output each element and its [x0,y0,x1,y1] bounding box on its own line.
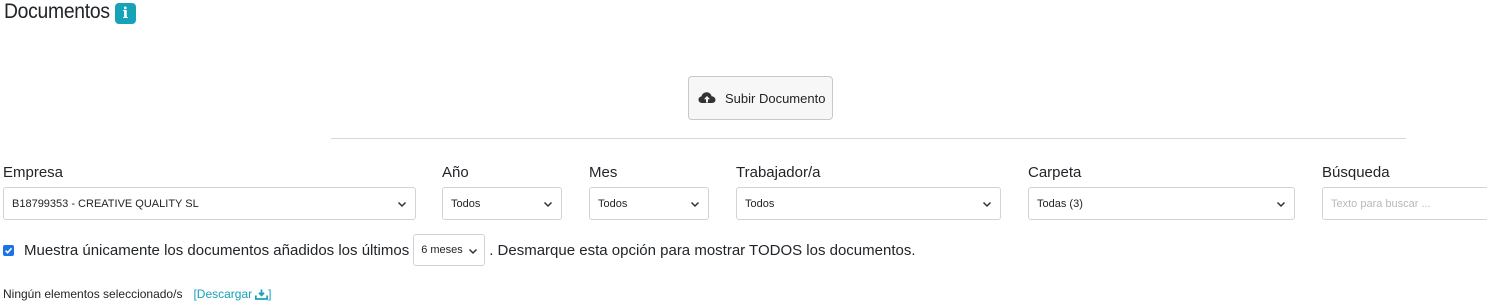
selection-status: Ningún elementos seleccionado/s [3,287,183,301]
anio-select-value: Todos [451,197,481,210]
chevron-down-icon [469,248,478,255]
mes-select[interactable]: Todos [589,187,709,220]
recent-only-checkbox[interactable] [3,244,14,256]
info-icon[interactable]: i [114,2,136,24]
check-icon [5,247,13,254]
chevron-down-icon [543,201,553,208]
chevron-down-icon [397,201,407,208]
upload-button-label: Subir Documento [725,90,826,106]
search-input[interactable] [1322,187,1487,220]
download-bracket-close: ] [268,287,272,301]
chevron-down-icon [1276,201,1286,208]
carpeta-select[interactable]: Todas (3) [1028,187,1295,220]
download-link[interactable]: [ Descargar ] [193,287,271,301]
download-icon [255,289,269,300]
empresa-select-value: B18799353 - CREATIVE QUALITY SL [12,197,199,210]
recent-documents-filter: Muestra únicamente los documentos añadid… [3,234,916,266]
recent-filter-text-before: Muestra únicamente los documentos añadid… [24,241,410,259]
trabajador-select[interactable]: Todos [736,187,1001,220]
recent-filter-text-after: . Desmarque esta opción para mostrar TOD… [489,241,916,259]
busqueda-label: Búsqueda [1322,164,1390,181]
empresa-select[interactable]: B18799353 - CREATIVE QUALITY SL [3,187,416,220]
chevron-down-icon [982,201,992,208]
mes-select-value: Todos [598,197,628,210]
carpeta-select-value: Todas (3) [1037,197,1083,210]
upload-document-button[interactable]: Subir Documento [688,76,833,120]
page-header: Documentos i [4,0,136,24]
anio-label: Año [442,164,469,181]
months-select-value: 6 meses [421,244,463,256]
carpeta-label: Carpeta [1028,164,1082,181]
divider [331,138,1406,139]
mes-label: Mes [589,164,618,181]
chevron-down-icon [690,201,700,208]
months-select[interactable]: 6 meses [413,234,486,266]
empresa-label: Empresa [3,164,64,181]
page-title: Documentos [4,0,110,23]
cloud-upload-icon [698,91,716,105]
download-label: Descargar [196,287,253,301]
selection-status-row: Ningún elementos seleccionado/s [ Descar… [3,287,272,301]
trabajador-label: Trabajador/a [736,164,821,181]
anio-select[interactable]: Todos [442,187,562,220]
trabajador-select-value: Todos [745,197,775,210]
